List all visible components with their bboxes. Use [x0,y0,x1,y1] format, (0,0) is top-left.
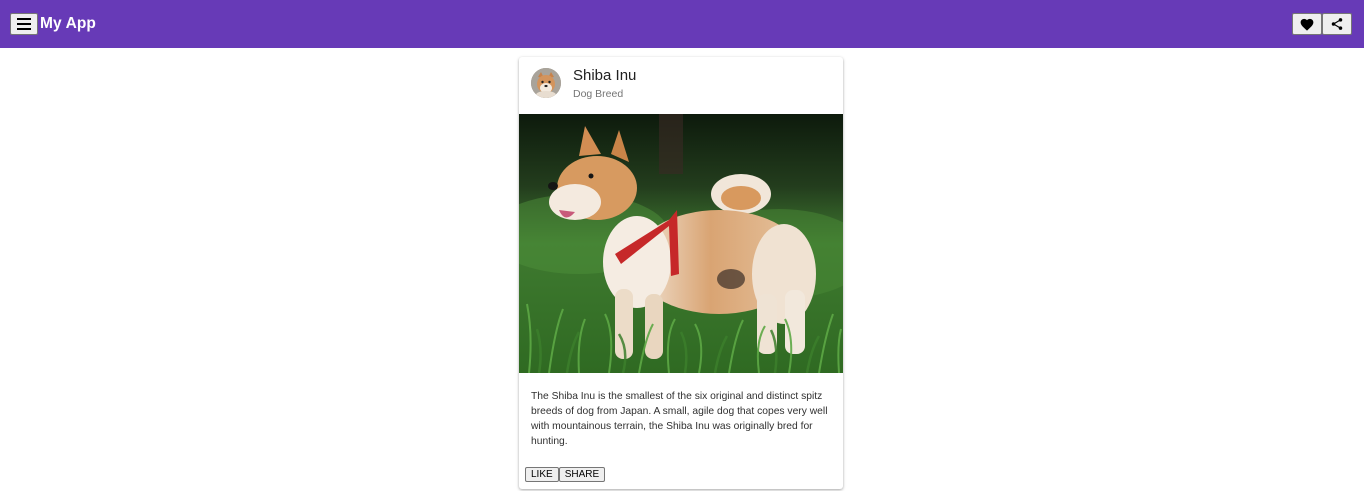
app-toolbar: My App [0,0,1364,48]
card-actions: LIKE SHARE [525,467,606,482]
favorite-button[interactable] [1292,13,1322,35]
card-image [519,114,843,373]
card-header: Shiba Inu Dog Breed [519,57,843,114]
menu-button[interactable] [10,13,38,35]
toolbar-actions [1292,13,1352,35]
like-button[interactable]: LIKE [525,467,559,482]
shiba-avatar [531,68,561,98]
card-subtitle: Dog Breed [573,88,624,100]
app-title: My App [40,15,96,32]
menu-icon [17,18,31,30]
card-title: Shiba Inu [573,67,637,84]
avatar [531,68,561,98]
share-icon [1331,18,1343,30]
share-button[interactable] [1322,13,1352,35]
card-description: The Shiba Inu is the smallest of the six… [531,391,828,447]
share-card-button[interactable]: SHARE [558,467,606,482]
heart-icon [1300,18,1314,31]
breed-card: Shiba Inu Dog Breed The Shiba Inu is the… [519,57,843,489]
shiba-inu-photo [519,114,843,373]
